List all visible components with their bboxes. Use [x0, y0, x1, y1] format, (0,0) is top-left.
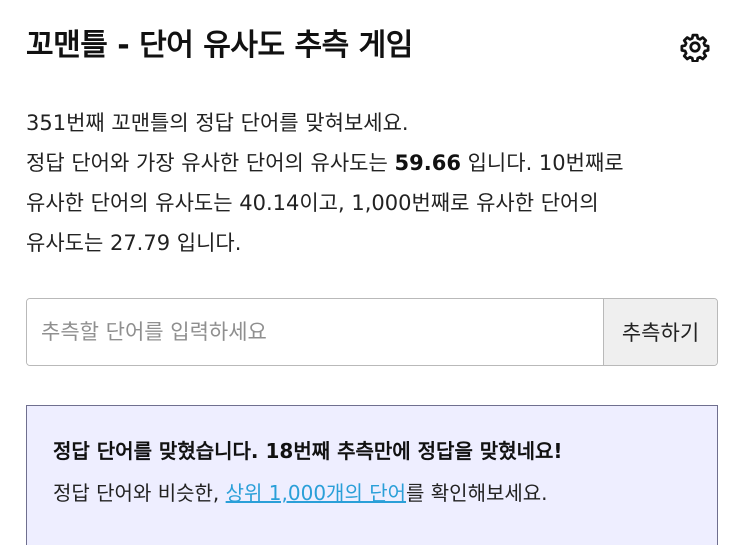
result-headline: 정답 단어를 맞혔습니다. 18번째 추측만에 정답을 맞혔네요! [53, 439, 563, 463]
guess-button[interactable]: 추측하기 [603, 299, 717, 365]
page-header: 꼬맨틀 - 단어 유사도 추측 게임 [26, 24, 716, 68]
result-body: 정답 단어와 비슷한, 상위 1,000개의 단어를 확인해보세요. [53, 476, 548, 510]
guess-form: 추측하기 [26, 298, 718, 366]
intro-line-2: 정답 단어와 가장 유사한 단어의 유사도는 59.66 입니다. 10번째로 [26, 143, 716, 183]
top-1000-words-link[interactable]: 상위 1,000개의 단어 [226, 481, 406, 505]
result-body-suffix: 를 확인해보세요. [406, 481, 548, 505]
guess-input[interactable] [27, 299, 603, 365]
gear-icon-graphic [680, 33, 710, 62]
intro-line-2-prefix: 정답 단어와 가장 유사한 단어의 유사도는 [26, 151, 395, 175]
page-title: 꼬맨틀 - 단어 유사도 추측 게임 [26, 28, 413, 63]
game-description: 351번째 꼬맨틀의 정답 단어를 맞혀보세요. 정답 단어와 가장 유사한 단… [26, 103, 716, 263]
intro-line-4: 유사도는 27.79 입니다. [26, 231, 242, 255]
intro-line-1: 351번째 꼬맨틀의 정답 단어를 맞혀보세요. [26, 111, 409, 135]
result-panel: 정답 단어를 맞혔습니다. 18번째 추측만에 정답을 맞혔네요! 정답 단어와… [26, 405, 718, 545]
gear-icon[interactable] [680, 32, 710, 62]
top-similarity-value: 59.66 [394, 151, 461, 175]
intro-line-2-suffix: 입니다. 10번째로 [460, 151, 624, 175]
intro-line-3: 유사한 단어의 유사도는 40.14이고, 1,000번째로 유사한 단어의 [26, 191, 599, 215]
result-body-prefix: 정답 단어와 비슷한, [53, 481, 226, 505]
